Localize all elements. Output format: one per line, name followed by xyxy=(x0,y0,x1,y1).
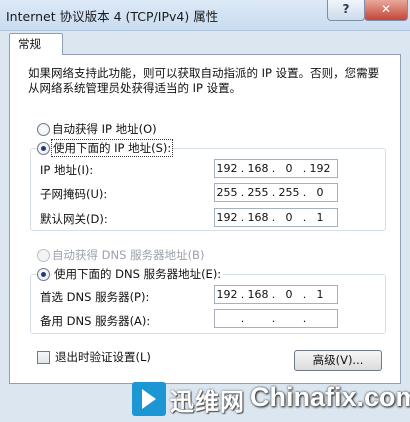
octet: 1 xyxy=(316,211,324,224)
validate-label: 退出时验证设置(L) xyxy=(55,350,151,364)
ip-manual-label: 使用下面的 IP 地址(S): xyxy=(50,139,174,157)
octet: 192 xyxy=(309,162,331,175)
ip-address-label: IP 地址(I): xyxy=(40,163,94,177)
octet: 168 xyxy=(247,211,269,224)
close-button[interactable]: ✕ xyxy=(364,0,408,21)
subnet-mask-input[interactable]: 255. 255. 255. 0 xyxy=(214,183,338,202)
preferred-dns-input[interactable]: 192. 168. 0. 1 xyxy=(214,285,338,304)
ip-manual-radio[interactable] xyxy=(37,142,50,155)
close-icon: ✕ xyxy=(380,2,392,16)
alternate-dns-input[interactable]: . . . xyxy=(214,309,338,328)
ip-address-input[interactable]: 192. 168. 0. 192 xyxy=(214,159,338,178)
ip-auto-radio[interactable] xyxy=(37,123,50,136)
watermark: 迅维网 Chinafix.com xyxy=(128,378,410,422)
octet: 192 xyxy=(216,162,238,175)
watermark-cn: 迅维网 xyxy=(170,388,245,416)
dns-auto-radio[interactable] xyxy=(37,249,50,262)
dns-manual-label: 使用下面的 DNS 服务器地址(E): xyxy=(52,266,224,282)
validate-checkbox[interactable] xyxy=(37,351,50,364)
octet: 255 xyxy=(278,186,300,199)
subnet-mask-label: 子网掩码(U): xyxy=(40,187,108,201)
play-logo-icon xyxy=(132,382,166,416)
tab-general[interactable]: 常规 xyxy=(9,33,63,55)
dns-auto-label: 自动获得 DNS 服务器地址(B) xyxy=(52,248,205,262)
octet: 0 xyxy=(285,211,293,224)
octet: 0 xyxy=(285,162,293,175)
octet: 168 xyxy=(247,162,269,175)
alternate-dns-label: 备用 DNS 服务器(A): xyxy=(40,314,151,328)
default-gateway-input[interactable]: 192. 168. 0. 1 xyxy=(214,208,338,227)
title-bar: Internet 协议版本 4 (TCP/IPv4) 属性 ? ✕ xyxy=(0,0,410,31)
intro-text: 如果网络支持此功能，则可以获取自动指派的 IP 设置。否则，您需要从网络系统管理… xyxy=(28,66,380,95)
preferred-dns-label: 首选 DNS 服务器(P): xyxy=(40,290,150,304)
octet: 255 xyxy=(216,186,238,199)
help-button[interactable]: ? xyxy=(327,0,365,21)
advanced-button[interactable]: 高级(V)... xyxy=(294,350,382,371)
watermark-en: Chinafix.com xyxy=(250,382,410,412)
octet: 1 xyxy=(316,288,324,301)
default-gateway-label: 默认网关(D): xyxy=(40,212,108,226)
window-title: Internet 协议版本 4 (TCP/IPv4) 属性 xyxy=(6,9,219,24)
dns-manual-radio[interactable] xyxy=(37,268,50,281)
help-icon: ? xyxy=(342,2,350,16)
octet: 192 xyxy=(216,211,238,224)
ip-auto-label: 自动获得 IP 地址(O) xyxy=(52,122,157,136)
octet: 255 xyxy=(247,186,269,199)
octet: 0 xyxy=(316,186,324,199)
octet: 0 xyxy=(285,288,293,301)
octet: 168 xyxy=(247,288,269,301)
octet: 192 xyxy=(216,288,238,301)
